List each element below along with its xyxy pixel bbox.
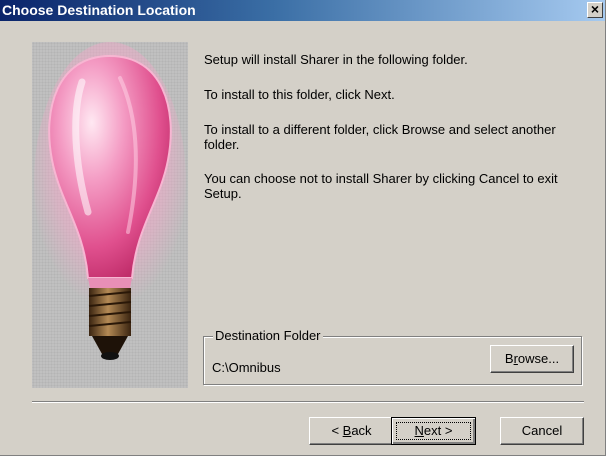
back-button[interactable]: < Back	[309, 417, 394, 445]
message-click-cancel: You can choose not to install Sharer by …	[204, 171, 558, 201]
message-click-next: To install to this folder, click Next.	[204, 87, 395, 102]
next-button[interactable]: Next >	[391, 417, 476, 445]
message-install-folder: Setup will install Sharer in the followi…	[204, 52, 468, 67]
setup-graphic	[32, 42, 188, 388]
destination-folder-label: Destination Folder	[213, 328, 323, 343]
close-button[interactable]: ×	[587, 2, 603, 18]
next-button-label: Next >	[414, 423, 453, 438]
message-click-browse: To install to a different folder, click …	[204, 122, 556, 152]
footer-separator	[32, 401, 584, 403]
dialog-title: Choose Destination Location	[2, 2, 196, 18]
title-bar[interactable]: Choose Destination Location ×	[0, 0, 605, 21]
close-icon: ×	[590, 1, 600, 17]
cancel-button[interactable]: Cancel	[500, 417, 584, 445]
setup-dialog: Choose Destination Location × Setup will…	[0, 0, 606, 456]
back-button-label: < Back	[331, 423, 372, 438]
destination-path: C:\Omnibus	[212, 360, 281, 375]
browse-button-label: Browse...	[504, 351, 560, 366]
lightbulb-icon	[34, 42, 186, 360]
browse-button[interactable]: Browse...	[490, 345, 574, 373]
cancel-button-label: Cancel	[521, 423, 563, 438]
